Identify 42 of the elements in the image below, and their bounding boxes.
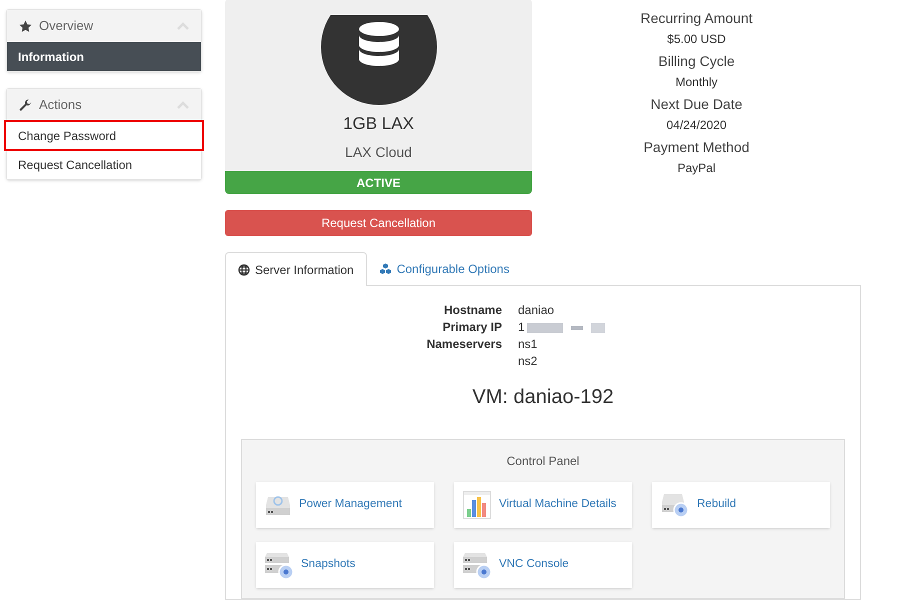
control-tile[interactable]: Virtual Machine Details [454,482,632,528]
info-value: ns1 [518,336,538,353]
control-tile[interactable]: Power Management [256,482,434,528]
drive-icon [661,492,689,518]
info-label: Primary IP [442,319,502,336]
info-value: 1 [518,319,525,336]
wrench-icon [19,98,32,112]
billing-label: Next Due Date [650,95,742,113]
server-icon [463,551,491,579]
billing-label: Payment Method [644,138,750,156]
control-panel-title: Control Panel [506,453,580,470]
billing-value: 04/24/2020 [666,117,727,134]
billing-label: Billing Cycle [658,52,735,70]
database-icon [320,14,436,104]
tab[interactable]: Configurable Options [366,252,522,286]
billing-value: PayPal [677,160,716,177]
panel-title: Overview [39,17,94,36]
info-label: Nameservers [426,336,502,353]
control-tile[interactable]: Rebuild [652,482,830,528]
sidebar-item[interactable]: Change Password [5,121,203,150]
vm-title: VM: daniao-192 [471,385,615,410]
status-label: ACTIVE [225,171,532,194]
panel-title: Actions [39,96,83,114]
product-name: 1GB LAX [343,112,414,134]
control-tile[interactable]: Snapshots [256,542,434,588]
billing-value: $5.00 USD [667,31,726,48]
control-tile[interactable]: VNC Console [454,542,632,588]
request-cancellation-button[interactable]: Request Cancellation [225,210,532,236]
server-icon [265,551,293,579]
tab[interactable]: Server Information [225,252,367,286]
star-icon [19,20,32,32]
info-value: ns2 [518,353,538,370]
cubes-icon [378,262,392,274]
info-value: daniao [518,302,554,319]
product-group: LAX Cloud [345,142,412,163]
billing-value: Monthly [675,74,718,91]
globe-icon [238,264,250,276]
sidebar-item[interactable]: Information [7,42,201,71]
info-label: Hostname [442,302,502,319]
billing-label: Recurring Amount [640,9,753,27]
sidebar-item[interactable]: Request Cancellation [7,150,201,179]
bar-chart-icon [463,491,491,519]
